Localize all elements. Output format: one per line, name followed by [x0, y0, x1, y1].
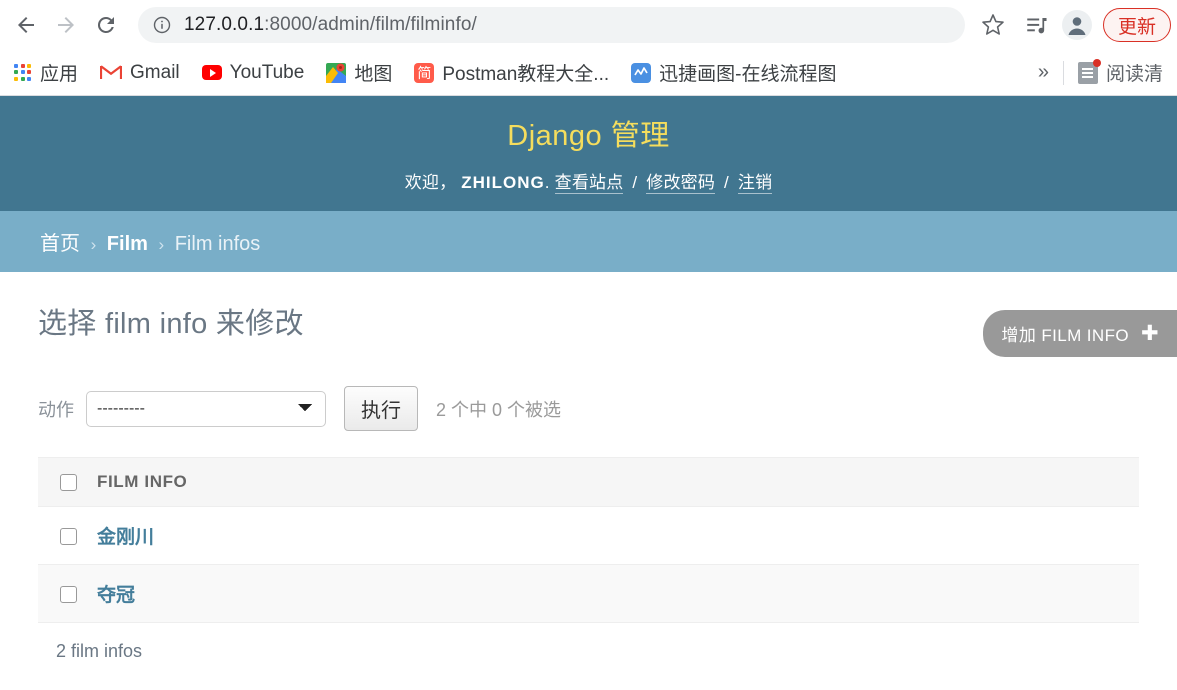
django-header: Django 管理 欢迎， ZHILONG. 查看站点 / 修改密码 / 注销 — [0, 96, 1177, 211]
breadcrumb-separator: › — [90, 235, 97, 254]
results-table: FILM INFO 金刚川 夺冠 — [38, 457, 1139, 623]
row-select-cell — [38, 564, 87, 623]
paginator-count: 2 film infos — [56, 641, 143, 661]
bookmark-label: Postman教程大全... — [442, 64, 610, 85]
url-text: 127.0.0.1:8000/admin/film/filminfo/ — [184, 14, 477, 36]
back-button[interactable] — [6, 5, 46, 45]
breadcrumb-film[interactable]: Film — [107, 233, 148, 255]
bookmark-gmail[interactable]: Gmail — [100, 62, 180, 84]
change-password-link[interactable]: 修改密码 — [646, 173, 716, 194]
forward-button[interactable] — [46, 5, 86, 45]
reading-list-icon — [1077, 58, 1101, 84]
row-film-info-cell: 夺冠 — [87, 564, 1139, 623]
media-note-icon — [1027, 17, 1047, 34]
xunjie-icon — [631, 62, 652, 83]
breadcrumb-separator: › — [158, 235, 165, 254]
media-controls-button[interactable] — [1017, 5, 1057, 45]
bookmark-label: 地图 — [354, 64, 393, 85]
run-action-button[interactable]: 执行 — [344, 386, 418, 431]
bookmarks-overflow-button[interactable]: » 阅读清 — [1037, 58, 1163, 86]
user-tools: 欢迎， ZHILONG. 查看站点 / 修改密码 / 注销 — [0, 168, 1177, 194]
table-row[interactable]: 夺冠 — [38, 564, 1139, 623]
main-content: 增加 FILM INFO ✚ 选择 film info 来修改 动作 -----… — [0, 272, 1177, 672]
bookmark-label: 应用 — [40, 64, 79, 85]
bookmark-maps[interactable]: 地图 — [326, 59, 392, 86]
row-film-info-cell: 金刚川 — [87, 506, 1139, 565]
film-info-link[interactable]: 金刚川 — [97, 527, 154, 548]
object-tools: 增加 FILM INFO ✚ — [983, 310, 1177, 357]
gmail-icon — [100, 64, 123, 81]
bookmark-youtube[interactable]: YouTube — [201, 61, 305, 84]
django-admin-page: Django 管理 欢迎， ZHILONG. 查看站点 / 修改密码 / 注销 … — [0, 96, 1177, 688]
apps-grid-icon — [14, 63, 32, 82]
add-film-info-button[interactable]: 增加 FILM INFO ✚ — [983, 310, 1177, 357]
breadcrumb: 首页 › Film › Film infos — [0, 211, 1177, 272]
star-icon — [982, 14, 1004, 35]
add-button-label: 增加 FILM INFO — [1001, 326, 1129, 345]
site-branding-title: Django 管理 — [507, 120, 670, 152]
jianshu-icon: 简 — [414, 62, 435, 83]
forward-arrow-icon — [58, 17, 74, 33]
select-all-checkbox[interactable] — [60, 474, 77, 492]
link-separator: / — [724, 173, 729, 192]
view-site-link[interactable]: 查看站点 — [554, 173, 624, 194]
address-bar[interactable]: 127.0.0.1:8000/admin/film/filminfo/ — [138, 7, 965, 43]
profile-button[interactable] — [1057, 5, 1097, 45]
row-select-cell — [38, 506, 87, 565]
update-button[interactable]: 更新 — [1102, 8, 1171, 42]
back-arrow-icon — [18, 17, 34, 33]
browser-chrome: 127.0.0.1:8000/admin/film/filminfo/ 更新 应… — [0, 0, 1177, 96]
table-body: 金刚川 夺冠 — [38, 506, 1139, 623]
breadcrumb-home[interactable]: 首页 — [40, 233, 80, 255]
action-select[interactable]: --------- — [86, 390, 326, 427]
actions-label: 动作 — [38, 399, 74, 420]
bookmark-label: Gmail — [130, 61, 180, 83]
google-maps-icon — [326, 62, 347, 83]
chevron-double-right-icon: » — [1037, 61, 1049, 83]
bookmark-xunjie-flowchart[interactable]: 迅捷画图-在线流程图 — [631, 59, 836, 86]
url-host: 127.0.0.1 — [184, 14, 265, 35]
bookmark-star-button[interactable] — [973, 5, 1013, 45]
welcome-suffix: . — [544, 173, 550, 192]
film-info-link[interactable]: 夺冠 — [97, 585, 135, 606]
link-separator: / — [632, 173, 638, 192]
logout-link[interactable]: 注销 — [737, 173, 773, 194]
reading-list-label: 阅读清 — [1105, 64, 1163, 85]
youtube-icon — [201, 65, 222, 80]
reload-icon — [97, 16, 114, 33]
breadcrumb-current: Film infos — [174, 233, 261, 255]
page-title: 选择 film info 来修改 — [38, 308, 304, 340]
row-checkbox[interactable] — [60, 585, 77, 603]
bookmark-label: YouTube — [229, 61, 305, 83]
divider — [1062, 60, 1064, 85]
selection-counter: 2 个中 0 个被选 — [436, 399, 562, 420]
plus-icon: ✚ — [1141, 322, 1159, 345]
bookmark-label: 迅捷画图-在线流程图 — [659, 64, 837, 85]
browser-toolbar: 127.0.0.1:8000/admin/film/filminfo/ 更新 — [0, 0, 1177, 50]
bookmarks-bar: 应用 Gmail YouTube 地图 简 Postman教程大全... 迅捷画… — [0, 50, 1177, 96]
welcome-prefix: 欢迎， — [404, 173, 457, 192]
site-info-icon[interactable] — [152, 15, 172, 35]
select-all-header — [38, 457, 87, 507]
actions-bar: 动作 --------- 执行 2 个中 0 个被选 — [38, 386, 1139, 431]
bookmark-apps[interactable]: 应用 — [14, 59, 78, 86]
table-row[interactable]: 金刚川 — [38, 506, 1139, 565]
row-checkbox[interactable] — [60, 527, 77, 545]
username-label: ZHILONG — [461, 173, 545, 192]
table-head: FILM INFO — [38, 457, 1139, 507]
bookmark-postman-tutorial[interactable]: 简 Postman教程大全... — [414, 59, 609, 86]
profile-avatar-icon — [1061, 10, 1092, 40]
column-header-film-info[interactable]: FILM INFO — [87, 457, 1139, 507]
url-path: :8000/admin/film/filminfo/ — [264, 14, 477, 35]
reload-button[interactable] — [86, 5, 126, 45]
table-header-row: FILM INFO — [38, 457, 1139, 507]
